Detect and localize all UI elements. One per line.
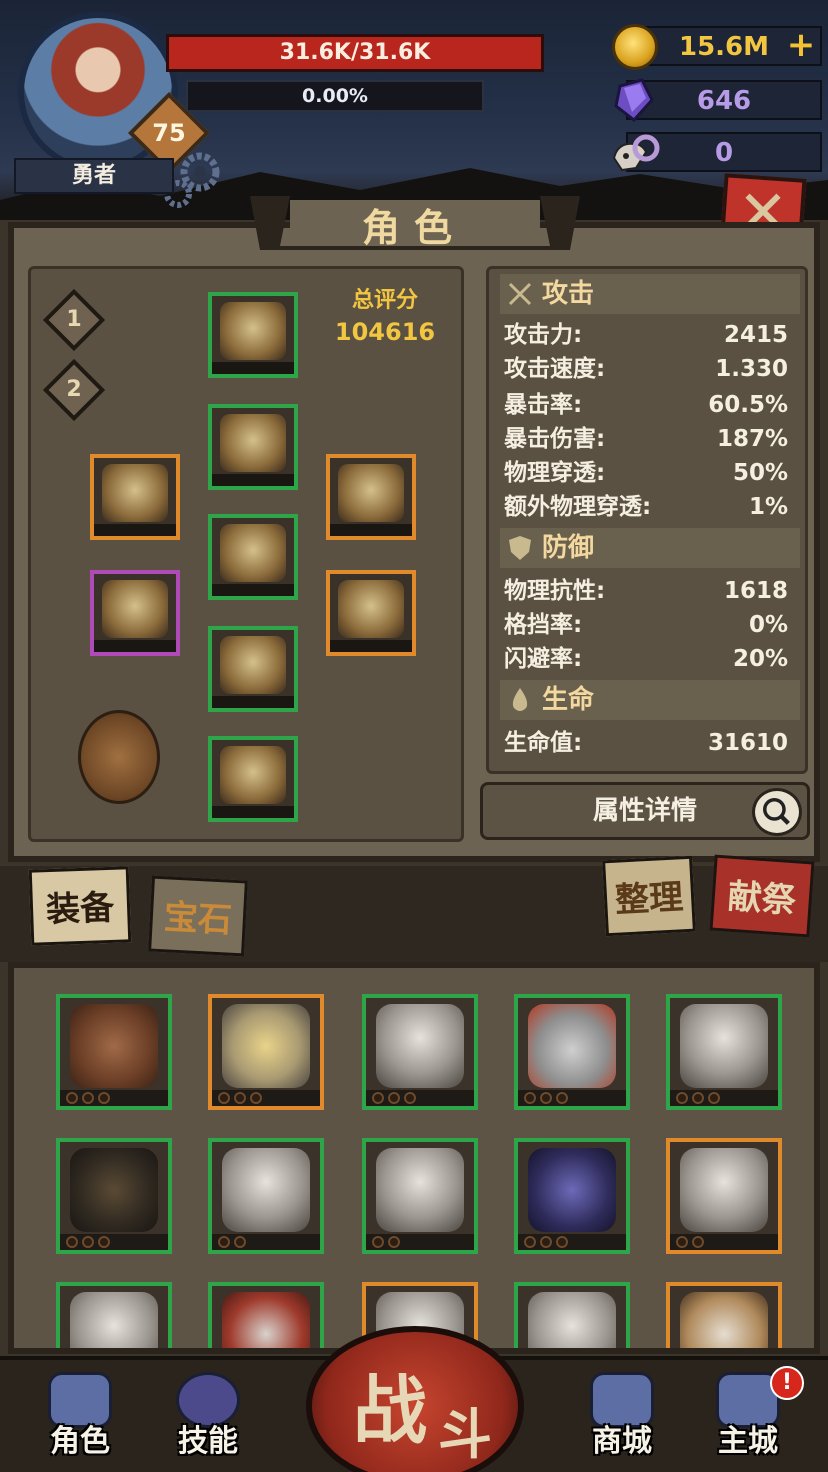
gem-value: 646 [696,86,752,116]
equip-slot-armor[interactable] [208,404,298,490]
life-header-label: 生命 [542,685,595,715]
wooden-shield-icon [70,1004,158,1088]
necklace-icon [338,464,404,522]
plumed-helm-icon [528,1004,616,1088]
stat-row-attack-speed: 攻击速度: 1.330 [504,356,788,382]
loadout-2-label[interactable]: 2 [44,360,104,420]
stat-row-hp: 生命值: 31610 [504,730,788,756]
winged-helm-icon [222,1004,310,1088]
equip-slot-belt[interactable] [208,514,298,600]
stat-row-attack-power: 攻击力: 2415 [504,322,788,348]
attribute-details-label[interactable]: 属性详情 [520,782,770,840]
defense-header-label: 防御 [542,533,595,563]
gauntlet-icon [338,580,404,638]
tab-equipment[interactable]: 装备 [28,866,132,946]
hp-text: 31.6K/31.6K [279,40,431,65]
inventory-item-bandage-pants[interactable] [514,1282,630,1348]
equip-slot-pants[interactable] [208,626,298,712]
attack-header-label: 攻击 [542,279,595,309]
total-score-label: 总评分 [351,288,418,313]
inventory-item-plumed-helm[interactable] [514,994,630,1110]
equip-slot-ring[interactable] [90,454,180,540]
loadout-1-label[interactable]: 1 [44,290,104,350]
stat-row-block-rate: 格挡率: 0% [504,612,788,638]
stat-row-armor-pen: 物理穿透: 50% [504,460,788,486]
pants-icon [220,636,286,694]
inventory-item-scale-armor[interactable] [208,1138,324,1254]
purple-crystal-icon [614,78,654,122]
equip-slot-boots[interactable] [208,736,298,822]
fur-armor-icon [220,414,286,472]
life-section-header: 生命 [500,680,800,720]
inventory-item-knight-armor[interactable] [666,1138,782,1254]
equip-slot-necklace[interactable] [326,454,416,540]
stat-row-crit-damage: 暴击伤害: 187% [504,426,788,452]
inventory-item-shield[interactable] [56,994,172,1110]
notification-alert-icon: ! [770,1366,804,1400]
boots-icon [220,746,286,804]
crossed-swords-icon [508,282,532,306]
ram-skull-icon [612,134,660,172]
equip-slot-gloves[interactable] [326,570,416,656]
stat-row-extra-armor-pen: 额外物理穿透: 1% [504,494,788,520]
player-name: 勇者 [14,158,174,194]
equip-slot-weapon[interactable] [90,570,180,656]
great-helm-icon [376,1004,464,1088]
equip-slot-helmet[interactable] [208,292,298,378]
red-armor-icon [222,1292,310,1348]
inventory-item-plate-chest[interactable] [56,1282,172,1348]
dark-plate-armor-icon [528,1148,616,1232]
stat-row-phys-resist: 物理抗性: 1618 [504,578,788,604]
inventory-item-coat[interactable] [56,1138,172,1254]
plate-chest-icon [70,1292,158,1348]
inventory-item-tower-helm[interactable] [362,994,478,1110]
plate-legs-icon [680,1292,768,1348]
add-gold-plus-icon[interactable]: + [786,28,816,62]
inventory-item-dark-armor[interactable] [514,1138,630,1254]
nav-skills[interactable]: 技能 [158,1366,258,1466]
shield-icon [509,536,531,560]
bandage-armor-icon [376,1148,464,1232]
panel-title: 角色 [361,206,466,250]
inventory-item-red-armor[interactable] [208,1282,324,1348]
inventory-item-plate-legs[interactable] [666,1282,782,1348]
sort-button[interactable]: 整理 [602,855,696,937]
sacrifice-button[interactable]: 献祭 [709,854,815,938]
scale-armor-icon [222,1148,310,1232]
weapon-icon [102,580,168,638]
knight-armor-icon [680,1148,768,1232]
inventory-grid [8,962,820,1354]
stat-row-crit-rate: 暴击率: 60.5% [504,392,788,418]
defense-section-header: 防御 [500,528,800,568]
battle-label-2[interactable]: 斗 [430,1400,500,1470]
helmet-icon [220,302,286,360]
inventory-item-golden-helm[interactable] [208,994,324,1110]
bandaged-head-icon [680,1004,768,1088]
gold-coin-icon [612,24,658,70]
bandage-pants-icon [528,1292,616,1348]
attack-section-header: 攻击 [500,274,800,314]
stat-row-dodge-rate: 闪避率: 20% [504,646,788,672]
tab-gems[interactable]: 宝石 [148,875,248,957]
battle-label-1[interactable]: 战 [340,1366,440,1456]
belt-icon [220,524,286,582]
xp-text: 0.00% [302,85,368,107]
swap-cycle-icon[interactable] [78,710,160,804]
total-score-value: 104616 [334,318,436,346]
search-icon[interactable] [752,788,802,836]
drop-icon [512,688,528,711]
nav-character[interactable]: 角色 [30,1366,130,1466]
ring-icon [102,464,168,522]
inventory-item-bandage-armor[interactable] [362,1138,478,1254]
nav-shop[interactable]: 商城 [572,1366,672,1466]
inventory-item-bandage-head[interactable] [666,994,782,1110]
dark-coat-icon [70,1148,158,1232]
